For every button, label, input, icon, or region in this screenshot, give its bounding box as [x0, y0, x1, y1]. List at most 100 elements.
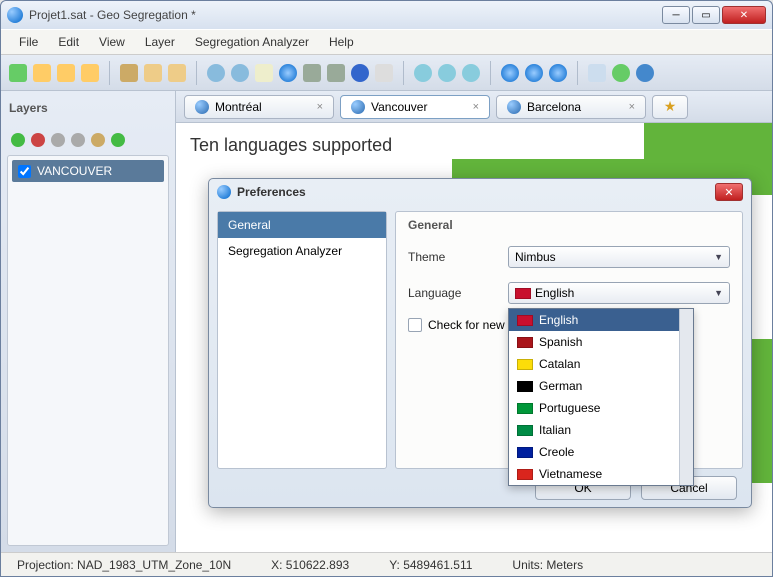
zoom-out-icon[interactable]: [231, 64, 249, 82]
lang-option-vietnamese[interactable]: Vietnamese: [509, 463, 693, 485]
flag-icon: [517, 359, 533, 370]
lang-option-italian[interactable]: Italian: [509, 419, 693, 441]
layer-checkbox[interactable]: [18, 165, 31, 178]
language-select[interactable]: English ▼: [508, 282, 730, 304]
tool1-icon[interactable]: [588, 64, 606, 82]
flag-icon: [517, 315, 533, 326]
menu-segregation-analyzer[interactable]: Segregation Analyzer: [187, 31, 317, 53]
dialog-nav: General Segregation Analyzer: [217, 211, 387, 469]
layer-toolbar: [7, 129, 169, 151]
info-icon[interactable]: [351, 64, 369, 82]
window-title: Projet1.sat - Geo Segregation *: [29, 8, 662, 22]
maximize-button[interactable]: ▭: [692, 6, 720, 24]
statusbar: Projection: NAD_1983_UTM_Zone_10N X: 510…: [1, 552, 772, 576]
globe2-icon[interactable]: [525, 64, 543, 82]
num1-icon[interactable]: [414, 64, 432, 82]
option-label: Spanish: [539, 335, 582, 349]
layer-label: VANCOUVER: [37, 164, 112, 178]
flag-icon: [517, 469, 533, 480]
full-extent-icon[interactable]: [279, 64, 297, 82]
move-up-icon[interactable]: [51, 133, 65, 147]
saveas-icon[interactable]: [81, 64, 99, 82]
status-projection: Projection: NAD_1983_UTM_Zone_10N: [17, 558, 231, 572]
help-icon[interactable]: [636, 64, 654, 82]
lang-option-catalan[interactable]: Catalan: [509, 353, 693, 375]
paste-icon[interactable]: [168, 64, 186, 82]
dialog-close-button[interactable]: ✕: [715, 183, 743, 201]
numM-icon[interactable]: [462, 64, 480, 82]
tab-label: Montréal: [215, 100, 262, 114]
menu-view[interactable]: View: [91, 31, 133, 53]
theme-select[interactable]: Nimbus ▼: [508, 246, 730, 268]
globe3-icon[interactable]: [549, 64, 567, 82]
prev-extent-icon[interactable]: [303, 64, 321, 82]
option-label: Catalan: [539, 357, 580, 371]
app-icon: [7, 7, 23, 23]
close-tab-icon[interactable]: ×: [473, 101, 479, 113]
dialog-title: Preferences: [237, 185, 715, 199]
add-layer-icon[interactable]: [11, 133, 25, 147]
close-tab-icon[interactable]: ×: [317, 101, 323, 113]
minimize-button[interactable]: ─: [662, 6, 690, 24]
nav-general[interactable]: General: [218, 212, 386, 238]
lang-option-english[interactable]: English: [509, 309, 693, 331]
tab-label: Vancouver: [371, 100, 427, 114]
nav-segregation-analyzer[interactable]: Segregation Analyzer: [218, 238, 386, 264]
layer-item-vancouver[interactable]: VANCOUVER: [12, 160, 164, 182]
menu-file[interactable]: File: [11, 31, 46, 53]
num2-icon[interactable]: [438, 64, 456, 82]
zoom-in-icon[interactable]: [207, 64, 225, 82]
layers-panel: Layers VANCOUVER: [1, 91, 176, 552]
lang-option-portuguese[interactable]: Portuguese: [509, 397, 693, 419]
save-icon[interactable]: [57, 64, 75, 82]
refresh-icon[interactable]: [111, 133, 125, 147]
next-extent-icon[interactable]: [327, 64, 345, 82]
option-label: Vietnamese: [539, 467, 602, 481]
menu-help[interactable]: Help: [321, 31, 362, 53]
chevron-down-icon: ▼: [714, 288, 723, 298]
toolbar: [1, 55, 772, 91]
tab-barcelona[interactable]: Barcelona ×: [496, 95, 646, 119]
flag-icon: [517, 381, 533, 392]
dropdown-scrollbar[interactable]: [679, 309, 693, 485]
lang-option-creole[interactable]: Creole: [509, 441, 693, 463]
lang-option-german[interactable]: German: [509, 375, 693, 397]
titlebar: Projet1.sat - Geo Segregation * ─ ▭ ✕: [1, 1, 772, 29]
chevron-down-icon: ▼: [714, 252, 723, 262]
copy-icon[interactable]: [144, 64, 162, 82]
status-x: X: 510622.893: [271, 558, 349, 572]
check-updates-label: Check for new: [428, 318, 505, 332]
preferences-dialog: Preferences ✕ General Segregation Analyz…: [208, 178, 752, 508]
canvas-heading: Ten languages supported: [190, 135, 392, 156]
new-tab-button[interactable]: ★: [652, 95, 688, 119]
cut-icon[interactable]: [120, 64, 138, 82]
globe-icon: [351, 100, 365, 114]
globe1-icon[interactable]: [501, 64, 519, 82]
lang-option-spanish[interactable]: Spanish: [509, 331, 693, 353]
menu-layer[interactable]: Layer: [137, 31, 183, 53]
option-label: English: [539, 313, 578, 327]
new-icon[interactable]: [9, 64, 27, 82]
tab-vancouver[interactable]: Vancouver ×: [340, 95, 490, 119]
dialog-icon: [217, 185, 231, 199]
select-icon[interactable]: [375, 64, 393, 82]
layer-list: VANCOUVER: [7, 155, 169, 546]
tab-montreal[interactable]: Montréal ×: [184, 95, 334, 119]
close-tab-icon[interactable]: ×: [629, 101, 635, 113]
menu-edit[interactable]: Edit: [50, 31, 87, 53]
tool2-icon[interactable]: [612, 64, 630, 82]
flag-icon: [515, 288, 531, 299]
remove-layer-icon[interactable]: [31, 133, 45, 147]
check-updates-checkbox[interactable]: [408, 318, 422, 332]
language-dropdown: English Spanish Catalan German: [508, 308, 694, 486]
flag-icon: [517, 403, 533, 414]
tab-label: Barcelona: [527, 100, 581, 114]
close-button[interactable]: ✕: [722, 6, 766, 24]
tabstrip: Montréal × Vancouver × Barcelona × ★: [176, 91, 772, 123]
status-units: Units: Meters: [512, 558, 583, 572]
pan-icon[interactable]: [255, 64, 273, 82]
panel-heading: General: [408, 218, 730, 232]
move-down-icon[interactable]: [71, 133, 85, 147]
layer-folder-icon[interactable]: [91, 133, 105, 147]
open-icon[interactable]: [33, 64, 51, 82]
